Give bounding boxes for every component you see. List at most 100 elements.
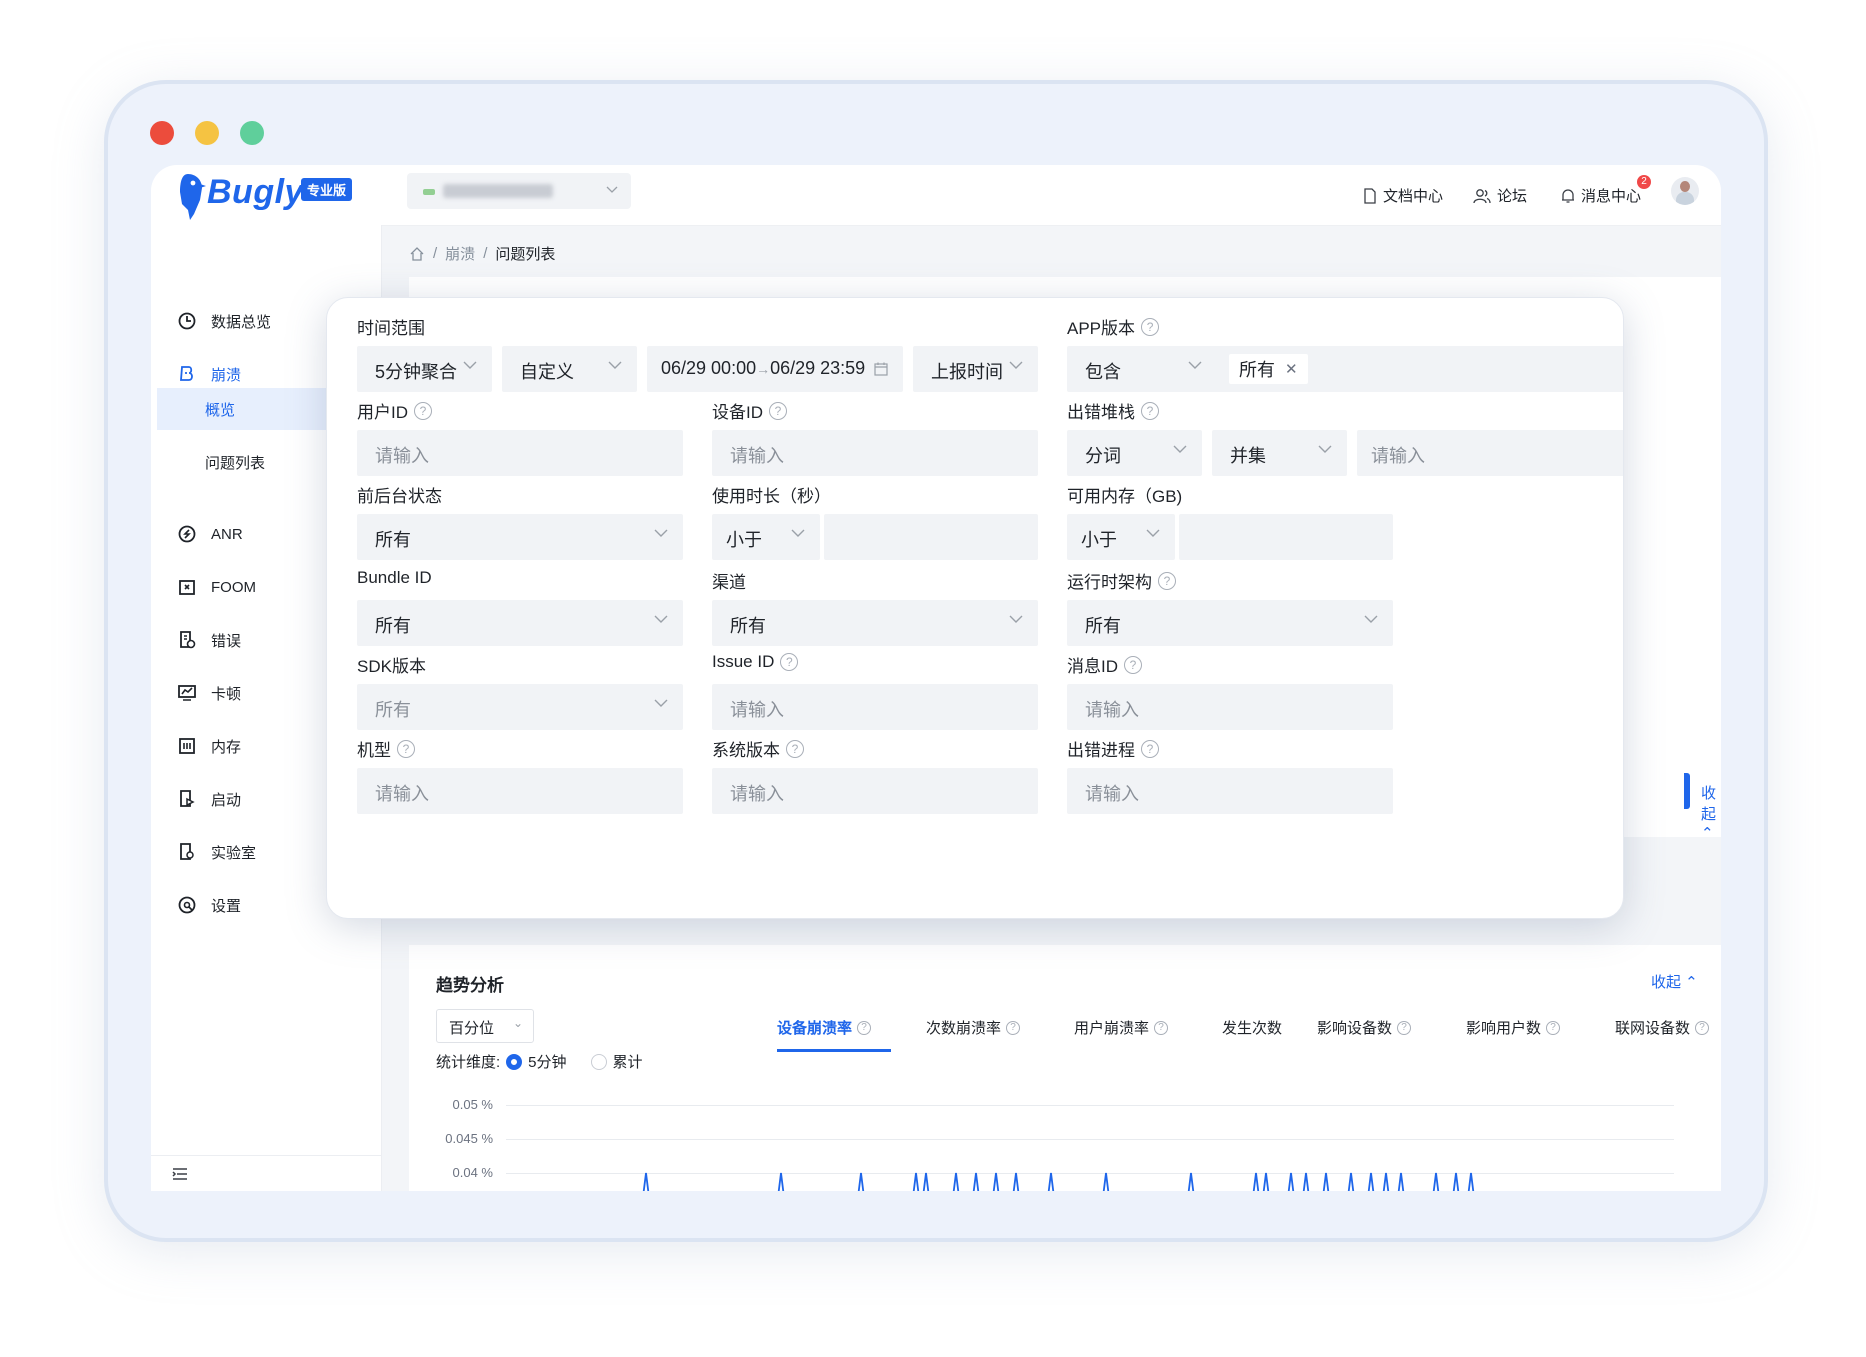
stack-logic-select[interactable]: 并集 (1212, 430, 1347, 476)
breadcrumb-crash[interactable]: 崩溃 (445, 243, 475, 264)
unit-select[interactable]: 百分位 ⌄ (436, 1009, 534, 1043)
message-count-badge: 2 (1637, 175, 1651, 189)
help-icon[interactable]: ? (414, 401, 432, 420)
tab-count-crash-rate[interactable]: 次数崩溃率? (926, 1017, 1021, 1038)
tab-label: 次数崩溃率 (926, 1020, 1002, 1037)
sidebar-item-error[interactable]: 错误 (177, 628, 241, 652)
process-input[interactable]: 请输入 (1067, 768, 1393, 814)
user-id-input[interactable]: 请输入 (357, 430, 683, 476)
os-version-input[interactable]: 请输入 (712, 768, 1038, 814)
radio-5min[interactable] (506, 1053, 523, 1070)
help-icon[interactable]: ? (786, 739, 804, 758)
sidebar-item-launch[interactable]: 启动 (177, 787, 241, 811)
sidebar-item-crash[interactable]: 崩溃 (177, 362, 241, 386)
sidebar-item-label: ANR (211, 525, 243, 543)
tab-occurrence-count[interactable]: 发生次数 (1222, 1017, 1282, 1038)
message-center-link[interactable]: 消息中心 (1561, 185, 1641, 206)
date-range-picker[interactable]: 06/29 00:00→06/29 23:59 (647, 346, 903, 392)
process-label: 出错进程? (1067, 736, 1159, 761)
chevron-down-icon (654, 615, 668, 623)
help-icon[interactable]: ? (1141, 739, 1159, 758)
tab-label: 设备崩溃率 (777, 1020, 853, 1037)
memory-operator-select[interactable]: 小于 (1067, 514, 1175, 560)
app-selector[interactable] (407, 173, 631, 209)
sidebar-item-memory[interactable]: 内存 (177, 734, 241, 758)
doc-center-label: 文档中心 (1383, 188, 1444, 205)
stack-mode-select[interactable]: 分词 (1067, 430, 1202, 476)
sidebar-item-lag[interactable]: 卡顿 (177, 681, 241, 705)
filter-collapse-link[interactable]: 收起 ⌃ (1701, 782, 1721, 842)
help-icon[interactable]: ? (1006, 1020, 1021, 1035)
help-icon[interactable]: ? (857, 1020, 872, 1035)
duration-input[interactable] (824, 514, 1038, 560)
sidebar-item-lab[interactable]: 实验室 (177, 840, 256, 864)
close-icon[interactable]: ✕ (1285, 360, 1298, 378)
time-mode-select[interactable]: 自定义 (502, 346, 637, 392)
sidebar-item-label: 错误 (211, 632, 242, 650)
app-version-field[interactable]: 包含 所有 ✕ (1067, 346, 1623, 392)
help-icon[interactable]: ? (769, 401, 787, 420)
device-id-input[interactable]: 请输入 (712, 430, 1038, 476)
duration-operator-select[interactable]: 小于 (712, 514, 820, 560)
window-maximize-dot[interactable] (240, 121, 264, 145)
message-id-input[interactable]: 请输入 (1067, 684, 1393, 730)
message-id-label: 消息ID? (1067, 652, 1142, 677)
sidebar-item-anr[interactable]: ANR (177, 522, 243, 546)
time-field-select[interactable]: 上报时间 (913, 346, 1038, 392)
tab-user-crash-rate[interactable]: 用户崩溃率? (1074, 1017, 1169, 1038)
trend-line-chart (642, 1172, 1475, 1191)
search-button-edge[interactable] (1684, 773, 1690, 809)
android-icon (423, 189, 435, 195)
sidebar-item-foom[interactable]: FOOM (177, 575, 256, 599)
breadcrumb-current: 问题列表 (495, 246, 556, 263)
chevron-down-icon (1188, 361, 1202, 369)
trend-collapse-link[interactable]: 收起 ⌃ (1651, 971, 1698, 992)
foom-icon (179, 580, 195, 595)
help-icon[interactable]: ? (1546, 1020, 1561, 1035)
issue-id-input[interactable]: 请输入 (712, 684, 1038, 730)
bundle-id-select[interactable]: 所有 (357, 600, 683, 646)
stack-input[interactable]: 请输入 (1357, 430, 1623, 476)
sidebar-item-overview[interactable]: 数据总览 (177, 309, 271, 333)
help-icon[interactable]: ? (1141, 317, 1160, 336)
breadcrumb-separator: / (483, 245, 488, 262)
help-icon[interactable]: ? (1397, 1020, 1412, 1035)
chevron-down-icon (1146, 529, 1160, 537)
help-icon[interactable]: ? (1141, 401, 1159, 420)
arch-select[interactable]: 所有 (1067, 600, 1393, 646)
channel-label: 渠道 (712, 573, 746, 592)
launch-icon (180, 790, 195, 807)
tab-affected-users[interactable]: 影响用户数? (1466, 1017, 1561, 1038)
foreground-select[interactable]: 所有 (357, 514, 683, 560)
radio-cumulative[interactable] (590, 1053, 607, 1070)
window-minimize-dot[interactable] (195, 121, 219, 145)
window-close-dot[interactable] (150, 121, 174, 145)
tab-device-crash-rate[interactable]: 设备崩溃率? (777, 1017, 872, 1038)
tab-affected-devices[interactable]: 影响设备数? (1317, 1017, 1412, 1038)
tab-online-devices[interactable]: 联网设备数? (1615, 1017, 1710, 1038)
sidebar-item-label: 崩溃 (211, 366, 242, 384)
help-icon[interactable]: ? (780, 653, 799, 671)
help-icon[interactable]: ? (1695, 1020, 1710, 1035)
model-label: 机型? (357, 736, 415, 761)
home-icon[interactable] (409, 246, 425, 262)
doc-center-link[interactable]: 文档中心 (1363, 185, 1443, 206)
help-icon[interactable]: ? (1124, 655, 1142, 674)
model-input[interactable]: 请输入 (357, 768, 683, 814)
forum-link[interactable]: 论坛 (1473, 185, 1527, 206)
sidebar-item-settings[interactable]: 设置 (177, 893, 241, 917)
user-avatar[interactable] (1671, 177, 1699, 205)
crash-icon (180, 366, 193, 381)
sdk-version-select[interactable]: 所有 (357, 684, 683, 730)
sdk-version-label: SDK版本 (357, 657, 426, 676)
channel-select[interactable]: 所有 (712, 600, 1038, 646)
help-icon[interactable]: ? (1154, 1020, 1169, 1035)
date-start: 06/29 00:00 (661, 358, 757, 378)
help-icon[interactable]: ? (1158, 571, 1176, 590)
aggregation-select[interactable]: 5分钟聚合 (357, 346, 492, 392)
aggregation-value: 5分钟聚合 (375, 362, 458, 382)
memory-input[interactable] (1179, 514, 1393, 560)
collapse-menu-icon[interactable] (171, 1166, 189, 1182)
duration-label: 使用时长（秒） (712, 487, 831, 506)
help-icon[interactable]: ? (397, 739, 415, 758)
